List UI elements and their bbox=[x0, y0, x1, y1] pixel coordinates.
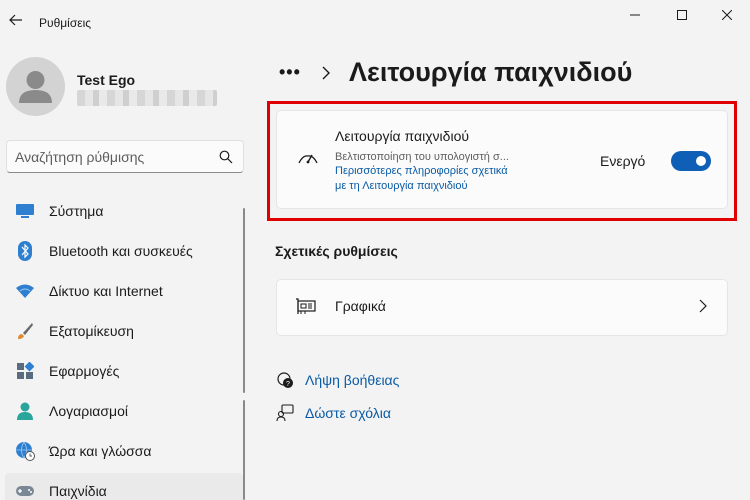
search-box[interactable] bbox=[6, 140, 244, 173]
close-icon bbox=[722, 10, 732, 20]
bluetooth-icon bbox=[15, 241, 35, 261]
feedback-row[interactable]: Δώστε σχόλια bbox=[275, 402, 391, 424]
arrow-left-icon bbox=[9, 14, 22, 26]
maximize-icon bbox=[677, 10, 687, 20]
toggle-knob bbox=[696, 156, 706, 166]
minimize-icon bbox=[630, 14, 640, 16]
sidebar-item-label: Σύστημα bbox=[49, 203, 104, 219]
wifi-icon bbox=[15, 281, 35, 301]
related-settings-header: Σχετικές ρυθμίσεις bbox=[275, 243, 398, 259]
sidebar-item-system[interactable]: Σύστημα bbox=[5, 193, 243, 229]
close-button[interactable] bbox=[704, 0, 750, 30]
user-email-blurred bbox=[77, 90, 217, 106]
search-icon[interactable] bbox=[219, 150, 233, 164]
sidebar-item-gaming[interactable]: Παιχνίδια bbox=[5, 473, 243, 500]
avatar[interactable] bbox=[6, 57, 65, 116]
game-mode-card: Λειτουργία παιχνιδιού Βελτιστοποίηση του… bbox=[276, 110, 728, 209]
sidebar-item-label: Παιχνίδια bbox=[49, 483, 107, 499]
back-button[interactable] bbox=[4, 8, 28, 32]
globe-clock-icon bbox=[15, 441, 35, 461]
game-mode-title: Λειτουργία παιχνιδιού bbox=[335, 128, 470, 144]
breadcrumb-more-button[interactable]: ••• bbox=[279, 62, 301, 83]
chevron-right-icon bbox=[322, 66, 330, 80]
graphics-label: Γραφικά bbox=[335, 298, 386, 314]
sidebar-scrollbar-track[interactable] bbox=[243, 400, 245, 500]
sidebar-item-network[interactable]: Δίκτυο και Internet bbox=[5, 273, 243, 309]
sidebar-item-time-language[interactable]: Ώρα και γλώσσα bbox=[5, 433, 243, 469]
sidebar-item-bluetooth[interactable]: Bluetooth και συσκευές bbox=[5, 233, 243, 269]
sidebar-scrollbar[interactable] bbox=[243, 208, 245, 393]
brush-icon bbox=[15, 321, 35, 341]
apps-icon bbox=[15, 361, 35, 381]
sidebar-nav: Σύστημα Bluetooth και συσκευές Δίκτυο κα… bbox=[5, 193, 243, 500]
game-mode-icon bbox=[298, 154, 318, 164]
sidebar-item-label: Ώρα και γλώσσα bbox=[49, 443, 152, 459]
user-icon bbox=[19, 71, 52, 103]
game-mode-state-label: Ενεργό bbox=[600, 153, 646, 169]
app-title: Ρυθμίσεις bbox=[39, 16, 92, 30]
sidebar-item-label: Δίκτυο και Internet bbox=[49, 283, 163, 299]
minimize-button[interactable] bbox=[612, 0, 658, 30]
feedback-link[interactable]: Δώστε σχόλια bbox=[305, 405, 391, 421]
sidebar-item-label: Εξατομίκευση bbox=[49, 323, 134, 339]
game-mode-link-line1[interactable]: Περισσότερες πληροφορίες σχετικά bbox=[335, 164, 545, 179]
search-input[interactable] bbox=[15, 147, 215, 167]
graphics-card-icon bbox=[296, 298, 316, 314]
get-help-row[interactable]: ? Λήψη βοήθειας bbox=[275, 369, 399, 391]
graphics-card[interactable]: Γραφικά bbox=[276, 279, 728, 336]
get-help-link[interactable]: Λήψη βοήθειας bbox=[305, 372, 399, 388]
game-mode-description: Βελτιστοποίηση του υπολογιστή σ... bbox=[335, 151, 509, 163]
sidebar-item-accounts[interactable]: Λογαριασμοί bbox=[5, 393, 243, 429]
game-mode-toggle[interactable] bbox=[671, 151, 711, 171]
page-title: Λειτουργία παιχνιδιού bbox=[349, 57, 633, 87]
account-icon bbox=[15, 401, 35, 421]
sidebar-item-label: Εφαρμογές bbox=[49, 363, 120, 379]
sidebar-item-personalization[interactable]: Εξατομίκευση bbox=[5, 313, 243, 349]
game-mode-link-line2[interactable]: με τη Λειτουργία παιχνιδιού bbox=[335, 179, 545, 194]
user-name: Test Ego bbox=[77, 72, 136, 88]
maximize-button[interactable] bbox=[659, 0, 705, 30]
svg-text:?: ? bbox=[286, 381, 290, 388]
sidebar-item-label: Bluetooth και συσκευές bbox=[49, 243, 193, 259]
game-mode-info-link[interactable]: Περισσότερες πληροφορίες σχετικά με τη Λ… bbox=[335, 164, 545, 194]
feedback-icon bbox=[275, 403, 295, 423]
sidebar-item-label: Λογαριασμοί bbox=[49, 403, 129, 419]
help-icon: ? bbox=[275, 370, 295, 390]
chevron-right-icon bbox=[699, 299, 707, 313]
gamepad-icon bbox=[15, 481, 35, 500]
title-bar: Ρυθμίσεις bbox=[0, 0, 750, 40]
sidebar-item-apps[interactable]: Εφαρμογές bbox=[5, 353, 243, 389]
system-icon bbox=[15, 201, 35, 221]
